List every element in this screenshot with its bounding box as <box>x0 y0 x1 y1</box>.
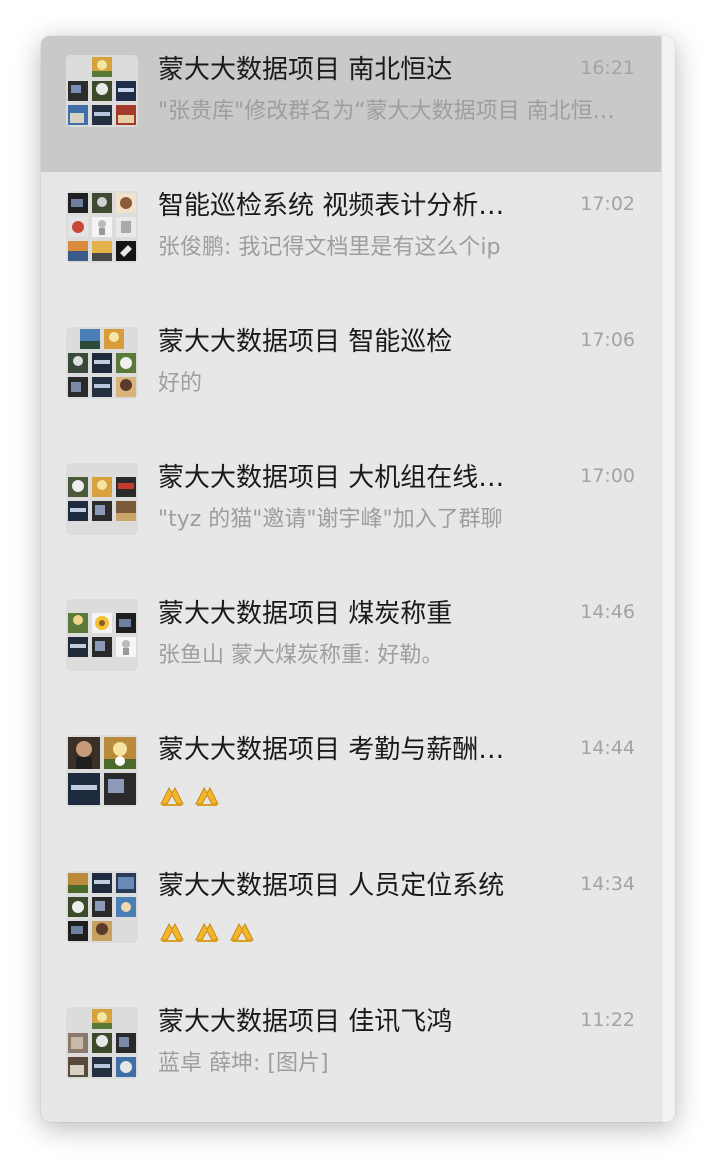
group-avatar <box>66 1007 138 1079</box>
chat-title: 蒙大大数据项目 煤炭称重 <box>158 599 453 629</box>
chat-title: 蒙大大数据项目 佳讯飞鸿 <box>158 1007 453 1037</box>
chat-title: 蒙大大数据项目 南北恒达 <box>158 55 453 85</box>
chat-item[interactable]: 蒙大大数据项目 大机组在线… 17:00 "tyz 的猫"邀请"谢宇峰"加入了群… <box>41 444 662 580</box>
chat-item[interactable]: 蒙大大数据项目 南北恒达 16:21 "张贵库"修改群名为“蒙大大数据项目 南北… <box>41 36 662 172</box>
chat-item[interactable]: 蒙大大数据项目 人员定位系统 14:34 <box>41 852 662 988</box>
chat-preview: 张俊鹏: 我记得文档里是有这么个ip <box>158 235 501 260</box>
chat-title: 蒙大大数据项目 人员定位系统 <box>158 871 505 901</box>
chat-preview-emoji <box>158 780 223 810</box>
pray-hands-icon <box>195 922 219 942</box>
group-avatar <box>66 327 138 399</box>
scrollbar[interactable] <box>661 36 675 1122</box>
group-avatar <box>66 463 138 535</box>
group-avatar <box>66 735 138 807</box>
chat-time: 17:06 <box>580 329 635 351</box>
chat-preview: 张鱼山 蒙大煤炭称重: 好勒。 <box>158 643 444 668</box>
chat-title: 蒙大大数据项目 智能巡检 <box>158 327 453 357</box>
group-avatar <box>66 871 138 943</box>
chat-time: 17:00 <box>580 465 635 487</box>
pray-hands-icon <box>195 786 219 806</box>
pray-hands-icon <box>160 922 184 942</box>
chat-item[interactable]: 蒙大大数据项目 智能巡检 17:06 好的 <box>41 308 662 444</box>
chat-item[interactable]: 蒙大大数据项目 考勤与薪酬… 14:44 <box>41 716 662 852</box>
chat-preview: "tyz 的猫"邀请"谢宇峰"加入了群聊 <box>158 507 503 532</box>
chat-preview: "张贵库"修改群名为“蒙大大数据项目 南北恒达” <box>158 99 618 124</box>
chat-time: 14:34 <box>580 873 635 895</box>
chat-title: 蒙大大数据项目 考勤与薪酬… <box>158 735 505 765</box>
chat-preview: 蓝卓 薛坤: [图片] <box>158 1051 329 1076</box>
chat-title: 智能巡检系统 视频表计分析… <box>158 191 505 221</box>
group-avatar <box>66 55 138 127</box>
chat-preview-emoji <box>158 916 258 946</box>
chat-list: 蒙大大数据项目 南北恒达 16:21 "张贵库"修改群名为“蒙大大数据项目 南北… <box>41 36 662 1122</box>
chat-item[interactable]: 蒙大大数据项目 煤炭称重 14:46 张鱼山 蒙大煤炭称重: 好勒。 <box>41 580 662 716</box>
chat-time: 14:46 <box>580 601 635 623</box>
pray-hands-icon <box>230 922 254 942</box>
group-avatar <box>66 599 138 671</box>
chat-list-window: 蒙大大数据项目 南北恒达 16:21 "张贵库"修改群名为“蒙大大数据项目 南北… <box>41 36 675 1122</box>
chat-time: 11:22 <box>580 1009 635 1031</box>
chat-title: 蒙大大数据项目 大机组在线… <box>158 463 505 493</box>
chat-item[interactable]: 智能巡检系统 视频表计分析… 17:02 张俊鹏: 我记得文档里是有这么个ip <box>41 172 662 308</box>
chat-item[interactable]: 蒙大大数据项目 佳讯飞鸿 11:22 蓝卓 薛坤: [图片] <box>41 988 662 1122</box>
pray-hands-icon <box>160 786 184 806</box>
chat-time: 14:44 <box>580 737 635 759</box>
chat-time: 17:02 <box>580 193 635 215</box>
chat-preview: 好的 <box>158 371 203 396</box>
chat-time: 16:21 <box>580 57 635 79</box>
group-avatar <box>66 191 138 263</box>
